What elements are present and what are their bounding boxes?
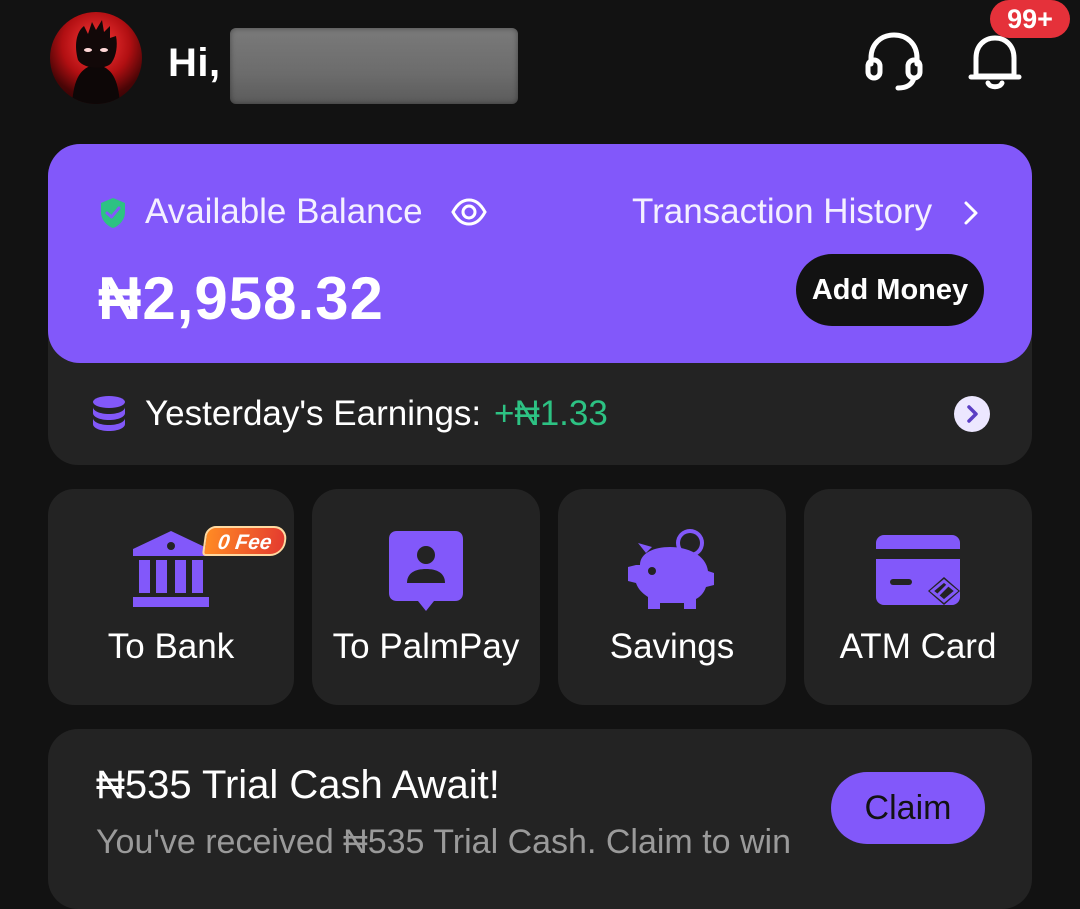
savings-label: Savings bbox=[609, 627, 735, 666]
chevron-right-icon[interactable] bbox=[960, 198, 982, 228]
yesterday-earnings-label: Yesterday's Earnings: bbox=[145, 394, 482, 433]
avatar[interactable] bbox=[50, 12, 142, 104]
redacted-username bbox=[230, 28, 518, 104]
yesterday-earnings-value: +₦1.33 bbox=[494, 394, 608, 433]
bank-icon bbox=[133, 531, 209, 607]
savings-button[interactable]: Savings bbox=[558, 489, 786, 705]
balance-amount: ₦2,958.32 bbox=[98, 265, 384, 332]
shield-check-icon bbox=[98, 196, 128, 230]
to-bank-label: To Bank bbox=[107, 627, 235, 666]
atm-card-label: ATM Card bbox=[839, 627, 997, 666]
trial-cash-title: ₦535 Trial Cash Await! bbox=[96, 763, 500, 807]
atm-card-button[interactable]: ATM Card bbox=[804, 489, 1032, 705]
available-balance-label: Available Balance bbox=[145, 192, 423, 231]
piggy-bank-icon bbox=[628, 529, 714, 609]
to-palmpay-label: To PalmPay bbox=[332, 627, 520, 666]
chevron-right-circle-icon[interactable] bbox=[954, 396, 990, 432]
to-bank-button[interactable]: To Bank bbox=[48, 489, 294, 705]
transaction-history-link[interactable]: Transaction History bbox=[632, 190, 932, 234]
add-money-button[interactable]: Add Money bbox=[796, 254, 984, 326]
headset-icon[interactable] bbox=[862, 30, 926, 92]
to-palmpay-button[interactable]: To PalmPay bbox=[312, 489, 540, 705]
claim-button[interactable]: Claim bbox=[831, 772, 985, 844]
notification-badge: 99+ bbox=[990, 0, 1070, 38]
card-icon bbox=[876, 535, 960, 605]
user-chat-icon bbox=[389, 531, 463, 611]
trial-cash-description: You've received ₦535 Trial Cash. Claim t… bbox=[96, 823, 792, 861]
coin-stack-icon bbox=[91, 395, 127, 433]
greeting-text: Hi, bbox=[168, 41, 221, 85]
avatar-figure-icon bbox=[72, 20, 120, 104]
eye-icon[interactable] bbox=[451, 196, 487, 228]
zero-fee-tag: 0 Fee bbox=[201, 526, 289, 556]
